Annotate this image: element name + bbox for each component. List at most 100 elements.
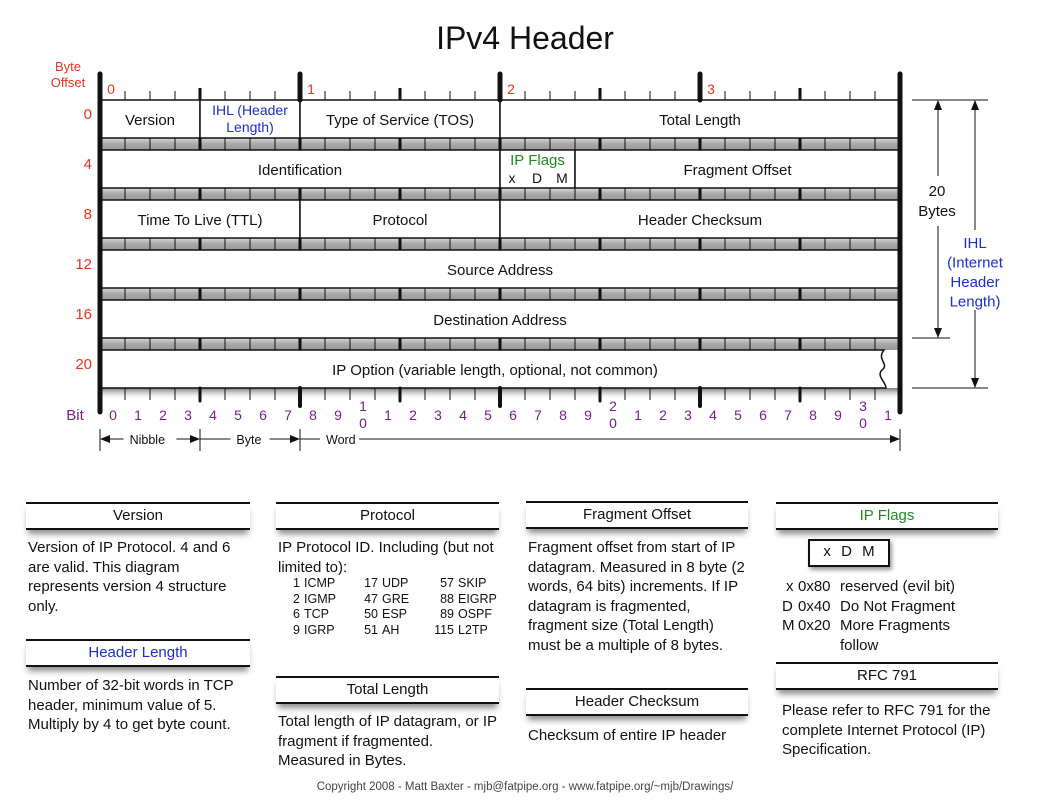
bit-number: 8 xyxy=(309,407,317,423)
field-total-length: Total Length xyxy=(499,99,901,139)
bit-number: 1 xyxy=(884,407,892,423)
bit-number: 0 xyxy=(609,415,617,431)
field-label: Type of Service (TOS) xyxy=(326,112,474,129)
flag-description: follow xyxy=(840,636,879,654)
field-label: Fragment Offset xyxy=(683,162,792,179)
flag-hex: 0x20 xyxy=(798,617,831,634)
protocol-id-number: 9 xyxy=(293,622,300,637)
byte-index-label: 2 xyxy=(507,81,515,97)
unit-label: Nibble xyxy=(130,433,165,447)
field-version: Version xyxy=(99,99,201,139)
field-label: IP Flags xyxy=(510,152,565,169)
flag-description: reserved (evil bit) xyxy=(840,578,956,595)
row-offset-label: 0 xyxy=(84,106,92,123)
protocol-id-name: AH xyxy=(382,622,400,637)
panel-title-total-length: Total Length xyxy=(276,676,499,704)
field-ip-flags: IP Flagsx D M xyxy=(499,149,576,189)
field-destination-address: Destination Address xyxy=(99,299,901,339)
panel-text-fragment-offset: Fragment offset from start of IP datagra… xyxy=(528,539,745,654)
row-offset-label: 4 xyxy=(84,156,92,173)
panel-title-rfc: RFC 791 xyxy=(776,662,998,690)
field-header-checksum: Header Checksum xyxy=(499,199,901,239)
field-label: Time To Live (TTL) xyxy=(137,212,262,229)
panel-text-total-length: Total length of IP datagram, or IP fragm… xyxy=(278,713,497,769)
field-label: Destination Address xyxy=(433,312,566,329)
flag-hex: 0x40 xyxy=(798,597,831,615)
protocol-id-name: SKIP xyxy=(458,576,487,590)
bit-number: 2 xyxy=(159,407,167,423)
row-offset-label: 16 xyxy=(75,306,92,323)
field-time-to-live-ttl: Time To Live (TTL) xyxy=(99,199,301,239)
bit-number: 6 xyxy=(759,407,767,423)
protocol-id-name: GRE xyxy=(382,591,410,606)
bit-number: 9 xyxy=(834,407,842,423)
bit-number: 6 xyxy=(259,407,267,423)
ihl-annotation-label: IHL xyxy=(963,235,986,252)
field-ihl-header-length: IHL (HeaderLength) xyxy=(199,99,301,139)
bit-number: 2 xyxy=(609,398,617,414)
panel-text-protocol: IP Protocol ID. Including (but not limit… xyxy=(278,539,494,576)
bit-number: 5 xyxy=(234,407,242,423)
field-ip-option-variable-length-optional-not-common: IP Option (variable length, optional, no… xyxy=(99,349,887,389)
protocol-id-name: ICMP xyxy=(304,576,336,590)
ihl-annotation-label: Length) xyxy=(950,294,1001,311)
protocol-id-name: IGMP xyxy=(304,591,336,606)
flag-hex: 0x80 xyxy=(798,578,831,595)
bit-number: 0 xyxy=(359,415,367,431)
flag-letter: x xyxy=(786,578,794,595)
bit-number: 4 xyxy=(209,407,217,423)
field-label: Identification xyxy=(258,162,342,179)
field-label: Source Address xyxy=(447,262,553,279)
panel-title-protocol: Protocol xyxy=(276,502,499,530)
protocol-id-name: L2TP xyxy=(458,622,488,637)
panel-text-header-checksum: Checksum of entire IP header xyxy=(528,727,727,744)
protocol-id-name: TCP xyxy=(304,607,329,621)
unit-label: Word xyxy=(326,433,356,447)
flag-letter: D xyxy=(782,597,793,615)
bit-number: 7 xyxy=(284,407,292,423)
flag-letter: M xyxy=(782,617,795,634)
field-source-address: Source Address xyxy=(99,249,901,289)
bit-number: 5 xyxy=(484,407,492,423)
panel-title-ip-flags: IP Flags xyxy=(776,502,998,530)
flag-description: Do Not Fragment xyxy=(840,597,956,615)
protocol-id-name: UDP xyxy=(382,576,409,590)
byte-index-label: 0 xyxy=(107,81,115,97)
twenty-bytes-label: 20 xyxy=(929,183,946,200)
bit-number: 1 xyxy=(384,407,392,423)
ihl-annotation-label: Header xyxy=(950,274,999,291)
field-label: Version xyxy=(125,112,175,129)
row-offset-label: 20 xyxy=(75,356,92,373)
bit-number: 3 xyxy=(684,407,692,423)
bit-number: 1 xyxy=(634,407,642,423)
ihl-annotation-label: (Internet xyxy=(947,255,1004,272)
unit-label: Byte xyxy=(236,433,261,447)
bit-number: 4 xyxy=(459,407,467,423)
twenty-bytes-label: Bytes xyxy=(918,203,956,220)
field-label-line: IHL (Header xyxy=(212,102,288,118)
field-label: Protocol xyxy=(372,212,427,229)
protocol-id-number: 50 xyxy=(364,607,378,621)
bit-number: 3 xyxy=(859,398,867,414)
row-offset-label: 8 xyxy=(84,206,92,223)
ip-flags-box: x D M xyxy=(808,539,890,567)
bit-number: 1 xyxy=(134,407,142,423)
byte-index-label: 3 xyxy=(707,81,715,97)
field-label: Total Length xyxy=(659,112,741,129)
flag-description: More Fragments xyxy=(840,617,951,634)
bit-number: 9 xyxy=(584,407,592,423)
field-type-of-service-tos: Type of Service (TOS) xyxy=(299,99,501,139)
bit-number: 3 xyxy=(434,407,442,423)
panel-title-header-length: Header Length xyxy=(26,639,250,667)
bit-number: 1 xyxy=(359,398,367,414)
panel-text-version: Version of IP Protocol. 4 and 6 are vali… xyxy=(28,539,231,615)
byte-offset-label: Offset xyxy=(51,75,86,90)
copyright-notice: Copyright 2008 - Matt Baxter - mjb@fatpi… xyxy=(316,781,734,793)
bit-number: 9 xyxy=(334,407,342,423)
bit-number: 3 xyxy=(184,407,192,423)
field-identification: Identification xyxy=(99,149,501,189)
field-fragment-offset: Fragment Offset xyxy=(574,149,901,189)
panel-title-header-checksum: Header Checksum xyxy=(526,688,748,716)
bit-number: 6 xyxy=(509,407,517,423)
protocol-id-name: IGRP xyxy=(304,622,335,637)
